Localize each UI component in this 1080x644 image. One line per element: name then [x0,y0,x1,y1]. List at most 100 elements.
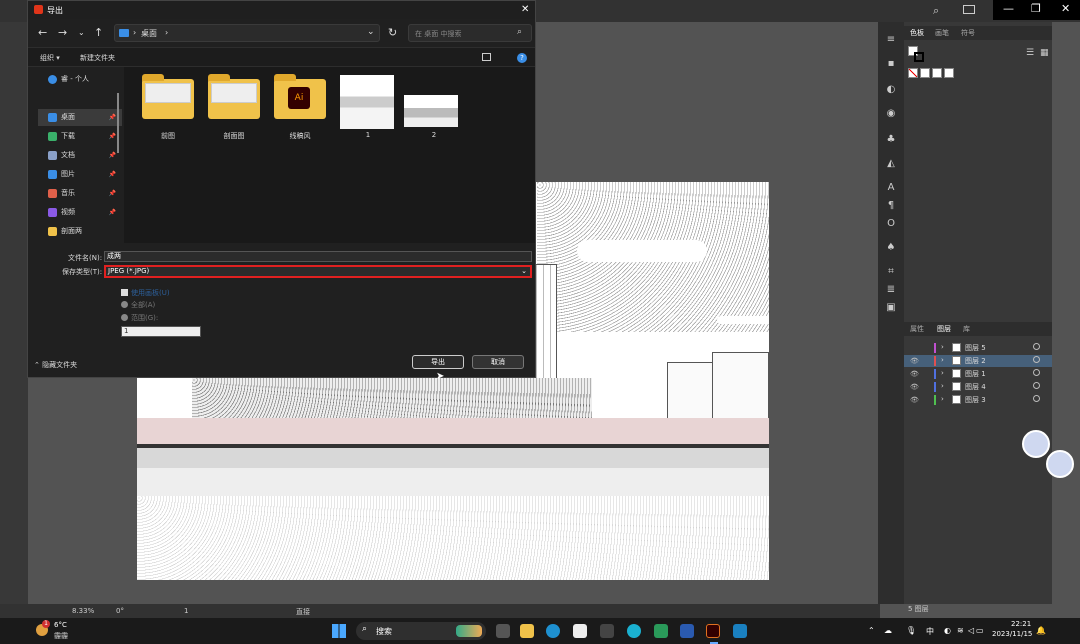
sidebar-item[interactable]: 图片 📌 [38,166,122,183]
sidebar-item[interactable]: 剖面两 [38,223,122,240]
tab-brushes[interactable]: 画笔 [935,28,949,38]
tab-layers[interactable]: 图层 [937,324,951,334]
new-folder-button[interactable]: 新建文件夹 [80,53,115,63]
file-item[interactable]: Ai 线稿风 [270,73,330,153]
target-icon[interactable] [1033,382,1040,389]
sidebar-item[interactable]: 文档 📌 [38,147,122,164]
file-explorer-icon[interactable] [520,624,534,638]
comment-icon[interactable]: ▪ [884,58,898,70]
layer-row[interactable]: 👁 › 图层 4 [904,381,1052,393]
float-widget-icon[interactable] [1046,450,1074,478]
align-icon[interactable]: ≣ [884,284,898,296]
expand-icon[interactable]: › [941,395,944,403]
target-icon[interactable] [1033,369,1040,376]
appearance-icon[interactable]: ♣ [884,134,898,146]
edge-dev-icon[interactable] [627,624,641,638]
float-widget-icon[interactable] [1022,430,1050,458]
edge-icon[interactable] [546,624,560,638]
swatch-none[interactable] [908,68,918,78]
media-icon[interactable] [733,624,747,638]
weather-desc[interactable]: 霾霾 [54,631,68,641]
all-radio[interactable] [121,301,128,308]
battery-icon[interactable]: ▭ [976,626,984,635]
file-item[interactable]: 2 [404,73,464,153]
help-icon[interactable]: ? [517,53,527,63]
stroke-icon[interactable]: ◉ [884,108,898,120]
target-icon[interactable] [1033,343,1040,350]
expand-icon[interactable]: › [941,369,944,377]
transform-icon[interactable]: ⌗ [884,266,898,278]
file-item[interactable]: 1 [338,73,398,153]
ime-indicator[interactable]: 中 [926,626,934,637]
forward-icon[interactable]: → [58,26,67,39]
cancel-button[interactable]: 取消 [472,355,524,369]
layer-row[interactable]: 👁 › 图层 1 [904,368,1052,380]
volume-icon[interactable]: ◁ [968,626,974,635]
pathfinder-icon[interactable]: ▣ [884,302,898,314]
word-icon[interactable] [680,624,694,638]
gradient-icon[interactable]: ◭ [884,158,898,170]
eye-icon[interactable]: 👁 [910,383,919,391]
artboard-number[interactable]: 1 [184,607,188,615]
taskbar-search[interactable]: ⌕ 搜索 [356,622,486,640]
filename-input[interactable]: 成两 [104,251,532,262]
maximize-icon[interactable]: ❐ [1031,2,1041,15]
app-y-icon[interactable] [600,624,614,638]
task-view-icon[interactable] [496,624,510,638]
range-radio[interactable] [121,314,128,321]
filetype-select[interactable]: JPEG (*.JPG) ⌄ [104,265,532,278]
organize-button[interactable]: 组织 ▾ [40,53,60,63]
range-input[interactable]: 1 [121,326,201,337]
symbol-icon[interactable]: ♠ [884,242,898,254]
rotate-value[interactable]: 0° [116,607,124,615]
export-button[interactable]: 导出 [412,355,464,369]
eye-icon[interactable]: 👁 [910,370,919,378]
grid-view-icon[interactable]: ▦ [1040,48,1049,58]
up-icon[interactable]: ↑ [94,26,103,39]
tab-swatches[interactable]: 色板 [910,28,924,38]
view-options-icon[interactable] [482,53,491,61]
target-icon[interactable] [1033,395,1040,402]
tab-properties[interactable]: 属性 [910,324,924,334]
overflow-icon[interactable]: ⌃ [868,626,875,635]
address-bar[interactable]: › 桌面 › ⌄ [114,24,380,42]
expand-icon[interactable]: › [941,382,944,390]
layer-row[interactable]: 👁 › 图层 3 [904,394,1052,406]
character-icon[interactable]: A [884,182,898,194]
target-icon[interactable] [1033,356,1040,363]
opentype-icon[interactable]: O [884,218,898,230]
clock-time[interactable]: 22:21 [1011,620,1031,628]
dialog-close-icon[interactable]: ✕ [521,4,529,15]
tab-libraries[interactable]: 库 [963,324,970,334]
ime-mode-icon[interactable]: ◐ [944,626,951,635]
sidebar-item[interactable]: 视频 📌 [38,204,122,221]
file-item[interactable]: 剖面图 [204,73,264,153]
layer-row[interactable]: › 图层 5 [904,342,1052,354]
paragraph-icon[interactable]: ¶ [884,200,898,212]
file-item[interactable]: 前图 [138,73,198,153]
workspace-icon[interactable] [963,5,975,14]
store-icon[interactable] [573,624,587,638]
swatch-white[interactable] [932,68,942,78]
menu-icon[interactable]: ≡ [884,34,898,46]
sidebar-item[interactable]: 桌面 📌 [38,109,122,126]
sidebar-scrollbar[interactable] [117,93,119,153]
search-icon[interactable]: ⌕ [933,4,939,18]
list-view-icon[interactable]: ☰ [1026,48,1034,58]
minimize-icon[interactable]: — [1003,2,1014,15]
mic-icon[interactable]: 🎙 [906,626,916,635]
clock-date[interactable]: 2023/11/15 [992,630,1032,638]
artboard-checkbox[interactable] [121,289,128,296]
onedrive-icon[interactable]: ☁ [884,626,892,635]
color-icon[interactable]: ◐ [884,84,898,96]
sidebar-item[interactable]: 睿 - 个人 [28,71,112,88]
start-icon[interactable] [332,624,346,638]
stroke-swatch[interactable] [914,52,924,62]
sidebar-item[interactable]: 下载 📌 [38,128,122,145]
illustrator-icon[interactable] [706,624,720,638]
wifi-icon[interactable]: ≋ [957,626,964,635]
hide-folders-toggle[interactable]: ⌃ 隐藏文件夹 [34,360,77,370]
layer-row[interactable]: 👁 › 图层 2 [904,355,1052,367]
search-box[interactable]: 在 桌面 中搜索 ⌕ [408,24,532,42]
address-crumb[interactable]: 桌面 [141,28,157,39]
